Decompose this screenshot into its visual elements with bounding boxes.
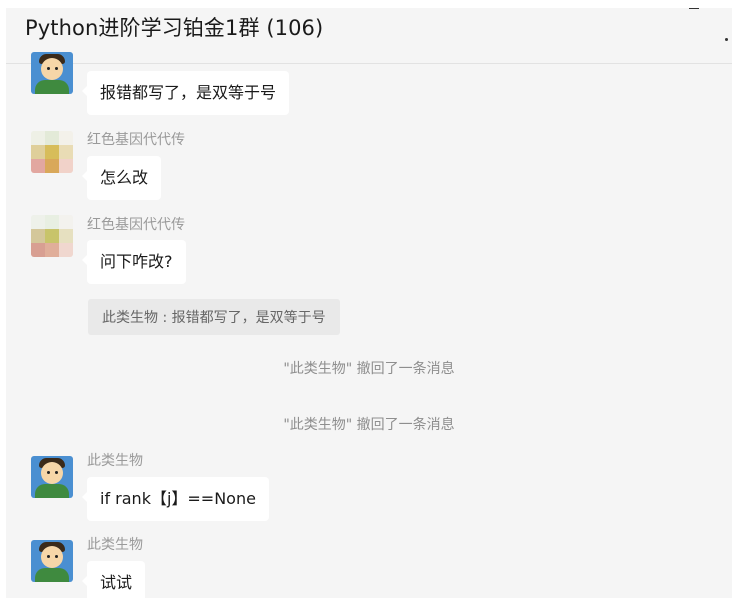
minimize-icon[interactable]	[689, 8, 699, 9]
sender-name: 红色基因代代传	[87, 217, 185, 233]
system-recall-notice: "此类生物" 撤回了一条消息	[283, 417, 455, 433]
chat-header: Python进阶学习铂金1群 (106)	[6, 8, 732, 64]
avatar[interactable]	[31, 131, 73, 173]
message-bubble[interactable]: 试试	[81, 561, 146, 598]
avatar[interactable]	[31, 215, 73, 257]
avatar[interactable]	[31, 52, 73, 94]
message-bubble[interactable]: 怎么改	[81, 156, 162, 200]
sender-name: 此类生物	[87, 453, 143, 469]
message-bubble[interactable]: if rank【j】==None	[82, 477, 269, 521]
system-recall-notice: "此类生物" 撤回了一条消息	[283, 361, 455, 377]
message-bubble[interactable]: 报错都写了，是双等于号	[81, 71, 290, 115]
sender-name: 此类生物	[87, 537, 143, 553]
sender-name: 红色基因代代传	[87, 132, 185, 148]
message-bubble[interactable]: 问下咋改?	[82, 240, 186, 284]
quoted-message[interactable]: 此类生物 : 报错都写了，是双等于号	[88, 299, 340, 335]
message-list[interactable]: 报错都写了，是双等于号 红色基因代代传 怎么改 红色基因代代传 问下咋改? 此类…	[6, 52, 732, 598]
chat-title: Python进阶学习铂金1群 (106)	[25, 16, 324, 40]
avatar[interactable]	[31, 456, 73, 498]
chat-window: Python进阶学习铂金1群 (106) 报错都写了，是双等于号 红色基因代代传…	[6, 8, 732, 598]
more-options-icon[interactable]	[725, 38, 728, 41]
avatar[interactable]	[31, 540, 73, 582]
